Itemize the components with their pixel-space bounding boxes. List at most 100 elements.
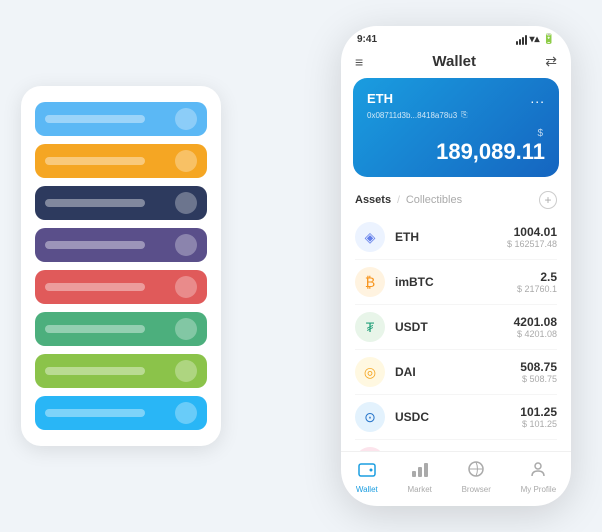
token-item-usdt[interactable]: ₮ USDT 4201.08$ 4201.08: [341, 305, 571, 349]
token-name-usdt: USDT: [395, 320, 504, 334]
token-item-dai[interactable]: ◎ DAI 508.75$ 508.75: [341, 350, 571, 394]
token-values-imbtc: 2.5$ 21760.1: [517, 270, 557, 294]
nav-label-my-profile: My Profile: [521, 485, 557, 494]
stack-card-icon-6: [175, 360, 197, 382]
imbtc-icon: ₿: [355, 267, 385, 297]
token-info-usdt: USDT: [395, 320, 504, 334]
assets-header: Assets / Collectibles +: [341, 187, 571, 215]
token-info-imbtc: imBTC: [395, 275, 507, 289]
token-name-imbtc: imBTC: [395, 275, 507, 289]
stack-card-5[interactable]: [35, 312, 207, 346]
browser-nav-icon: [467, 460, 485, 483]
nav-item-my-profile[interactable]: My Profile: [521, 460, 557, 494]
usdc-icon: ⊙: [355, 402, 385, 432]
nav-label-wallet: Wallet: [356, 485, 378, 494]
bottom-nav: Wallet Market Browser My Profile: [341, 451, 571, 506]
wallet-nav-icon: [358, 460, 376, 483]
token-item-usdc[interactable]: ⊙ USDC 101.25$ 101.25: [341, 395, 571, 439]
token-values-dai: 508.75$ 508.75: [520, 360, 557, 384]
stack-card-label-6: [45, 367, 145, 375]
tab-divider: /: [397, 195, 400, 206]
token-info-eth: ETH: [395, 230, 497, 244]
token-name-dai: DAI: [395, 365, 510, 379]
token-info-usdc: USDC: [395, 410, 510, 424]
token-info-dai: DAI: [395, 365, 510, 379]
stack-card-4[interactable]: [35, 270, 207, 304]
wifi-icon: ▾▴: [530, 34, 540, 45]
token-amount: 4201.08: [514, 315, 557, 329]
nav-item-browser[interactable]: Browser: [462, 460, 491, 494]
stack-card-label-7: [45, 409, 145, 417]
stack-card-label-3: [45, 241, 145, 249]
eth-card-currency: $: [367, 128, 543, 139]
token-name-eth: ETH: [395, 230, 497, 244]
header-title: Wallet: [432, 53, 476, 70]
token-amount: 1004.01: [507, 225, 557, 239]
stack-card-label-5: [45, 325, 145, 333]
token-values-usdc: 101.25$ 101.25: [520, 405, 557, 429]
add-asset-button[interactable]: +: [539, 191, 557, 209]
token-list: ◈ ETH 1004.01$ 162517.48 ₿ imBTC 2.5$ 21760.1…: [341, 215, 571, 451]
stack-card-icon-0: [175, 108, 197, 130]
stack-card-icon-2: [175, 192, 197, 214]
eth-card-more[interactable]: ...: [530, 90, 545, 106]
stack-card-6[interactable]: [35, 354, 207, 388]
stack-card-icon-7: [175, 402, 197, 424]
token-item-imbtc[interactable]: ₿ imBTC 2.5$ 21760.1: [341, 260, 571, 304]
scene: 9:41 ▾▴ 🔋 ≡ Wallet ⇄ ETH ...: [21, 16, 581, 516]
stack-card-1[interactable]: [35, 144, 207, 178]
stack-card-icon-1: [175, 150, 197, 172]
scan-icon[interactable]: ⇄: [545, 53, 557, 70]
market-nav-icon: [411, 460, 429, 483]
token-usd: $ 21760.1: [517, 284, 557, 294]
menu-icon[interactable]: ≡: [355, 54, 363, 70]
eth-icon: ◈: [355, 222, 385, 252]
status-icons: ▾▴ 🔋: [516, 34, 556, 45]
token-usd: $ 508.75: [520, 374, 557, 384]
eth-card-balance: 189,089.11: [367, 139, 545, 165]
token-item-tft[interactable]: 🐦TFT130: [341, 440, 571, 451]
status-bar: 9:41 ▾▴ 🔋: [341, 26, 571, 49]
phone-mockup: 9:41 ▾▴ 🔋 ≡ Wallet ⇄ ETH ...: [341, 26, 571, 506]
eth-card-symbol: ETH: [367, 91, 393, 106]
token-usd: $ 4201.08: [514, 329, 557, 339]
eth-card-address: 0x08711d3b...8418a78u3 ⎘: [367, 110, 545, 120]
assets-tab[interactable]: Assets: [355, 194, 391, 206]
eth-card[interactable]: ETH ... 0x08711d3b...8418a78u3 ⎘ $ 189,0…: [353, 78, 559, 177]
nav-label-browser: Browser: [462, 485, 491, 494]
stack-card-label-2: [45, 199, 145, 207]
stack-card-0[interactable]: [35, 102, 207, 136]
copy-icon[interactable]: ⎘: [461, 110, 467, 120]
stack-card-2[interactable]: [35, 186, 207, 220]
token-usd: $ 162517.48: [507, 239, 557, 249]
signal-icon: [516, 35, 527, 45]
card-stack: [21, 86, 221, 446]
token-amount: 508.75: [520, 360, 557, 374]
token-values-usdt: 4201.08$ 4201.08: [514, 315, 557, 339]
stack-card-label-4: [45, 283, 145, 291]
usdt-icon: ₮: [355, 312, 385, 342]
token-item-eth[interactable]: ◈ ETH 1004.01$ 162517.48: [341, 215, 571, 259]
stack-card-icon-5: [175, 318, 197, 340]
token-values-eth: 1004.01$ 162517.48: [507, 225, 557, 249]
nav-item-market[interactable]: Market: [407, 460, 431, 494]
token-name-usdc: USDC: [395, 410, 510, 424]
stack-card-label-1: [45, 157, 145, 165]
collectibles-tab[interactable]: Collectibles: [406, 194, 462, 206]
battery-icon: 🔋: [543, 34, 555, 45]
stack-card-label-0: [45, 115, 145, 123]
dai-icon: ◎: [355, 357, 385, 387]
stack-card-icon-4: [175, 276, 197, 298]
assets-tabs: Assets / Collectibles: [355, 194, 462, 206]
token-usd: $ 101.25: [520, 419, 557, 429]
profile-nav-icon: [529, 460, 547, 483]
token-amount: 2.5: [517, 270, 557, 284]
eth-card-top: ETH ...: [367, 90, 545, 106]
nav-item-wallet[interactable]: Wallet: [356, 460, 378, 494]
stack-card-3[interactable]: [35, 228, 207, 262]
stack-card-7[interactable]: [35, 396, 207, 430]
stack-card-icon-3: [175, 234, 197, 256]
phone-header: ≡ Wallet ⇄: [341, 49, 571, 78]
status-time: 9:41: [357, 34, 377, 45]
nav-label-market: Market: [407, 485, 431, 494]
